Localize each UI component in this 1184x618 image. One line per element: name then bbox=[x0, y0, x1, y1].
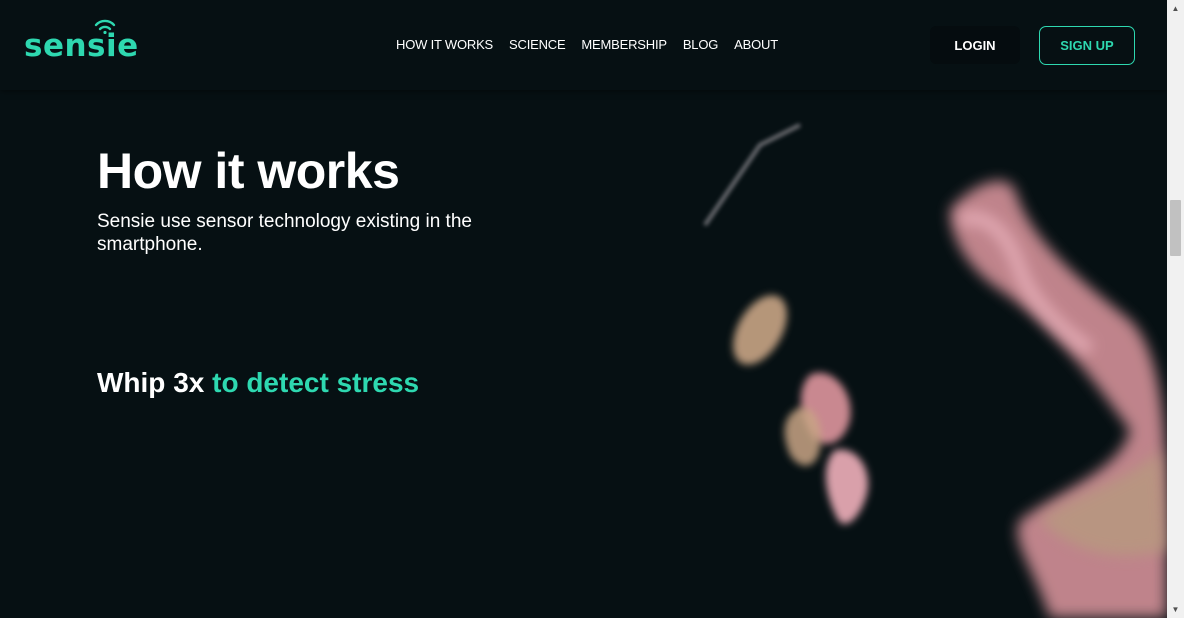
nav-about[interactable]: ABOUT bbox=[734, 37, 778, 52]
page-title: How it works bbox=[97, 143, 400, 199]
page: sensie HOW IT WORKS SCIENCE MEMBERSHIP B… bbox=[0, 0, 1167, 618]
signup-button[interactable]: SIGN UP bbox=[1039, 26, 1135, 65]
scroll-thumb[interactable] bbox=[1170, 200, 1181, 256]
demo-video[interactable] bbox=[660, 90, 1167, 618]
nav-membership[interactable]: MEMBERSHIP bbox=[581, 37, 667, 52]
nav-how-it-works[interactable]: HOW IT WORKS bbox=[396, 37, 493, 52]
scroll-up-arrow-icon[interactable]: ▲ bbox=[1167, 0, 1184, 17]
feature-prefix: Whip 3x bbox=[97, 367, 205, 398]
main-nav: HOW IT WORKS SCIENCE MEMBERSHIP BLOG ABO… bbox=[396, 37, 778, 52]
hand-motion-image bbox=[660, 90, 1167, 618]
logo-text: sensie bbox=[24, 28, 139, 64]
hero-subtitle: Sensie use sensor technology existing in… bbox=[97, 211, 472, 255]
wifi-signal-icon bbox=[94, 19, 116, 34]
page-scrollbar[interactable]: ▲ ▼ bbox=[1167, 0, 1184, 618]
nav-science[interactable]: SCIENCE bbox=[509, 37, 566, 52]
nav-blog[interactable]: BLOG bbox=[683, 37, 719, 52]
scroll-down-arrow-icon[interactable]: ▼ bbox=[1167, 601, 1184, 618]
sensie-logo[interactable]: sensie bbox=[24, 18, 139, 62]
feature-heading: Whip 3x to detect stress bbox=[97, 367, 419, 399]
login-button[interactable]: LOGIN bbox=[930, 26, 1020, 64]
site-header: sensie HOW IT WORKS SCIENCE MEMBERSHIP B… bbox=[0, 0, 1167, 90]
feature-highlight: to detect stress bbox=[212, 367, 420, 398]
